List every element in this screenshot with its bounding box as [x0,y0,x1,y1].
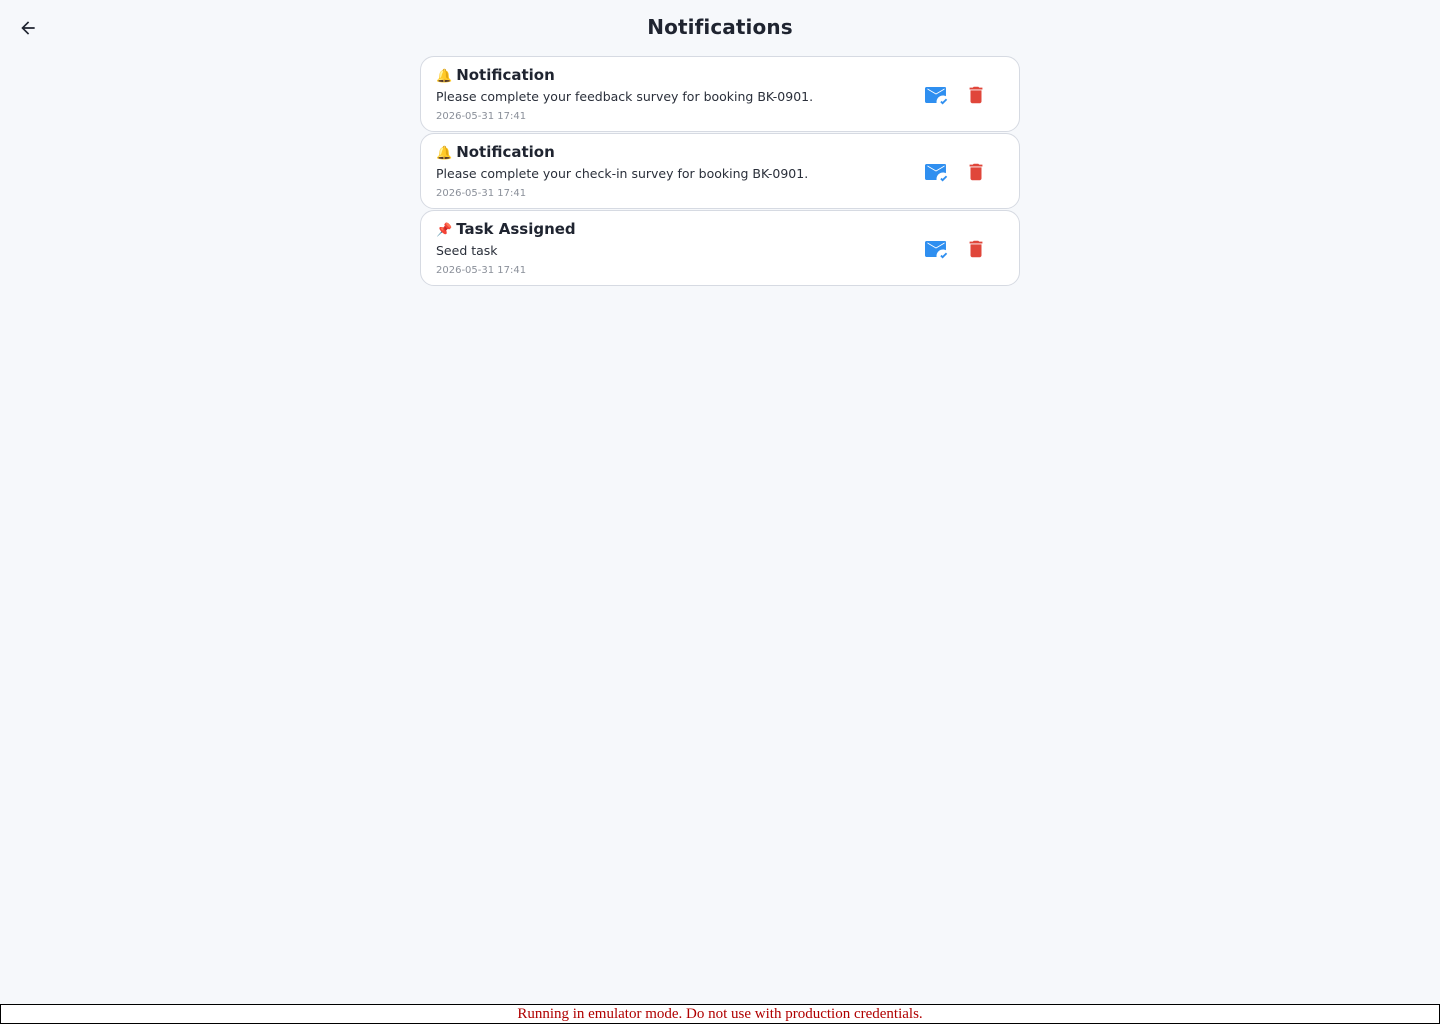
notification-card[interactable]: 🔔 Notification Please complete your feedb… [420,56,1020,132]
notification-card[interactable]: 📌 Task Assigned Seed task 2026-05-31 17:4… [420,210,1020,286]
notification-message: Seed task [436,243,498,258]
trash-icon [969,240,983,258]
mark-read-button[interactable] [924,83,948,107]
delete-button[interactable] [964,83,988,107]
trash-icon [969,163,983,181]
mark-read-button[interactable] [924,237,948,261]
trash-icon [969,86,983,104]
mark-read-button[interactable] [924,160,948,184]
notification-title-row: 🔔 Notification [436,66,555,84]
page-title: Notifications [647,15,793,39]
notification-timestamp: 2026-05-31 17:41 [436,265,527,276]
notification-title-row: 📌 Task Assigned [436,220,576,238]
emulator-warning-banner: Running in emulator mode. Do not use wit… [0,1004,1440,1024]
notification-message: Please complete your check-in survey for… [436,166,809,181]
delete-button[interactable] [964,160,988,184]
delete-button[interactable] [964,237,988,261]
pushpin-icon: 📌 [436,223,453,238]
notification-title: Notification [456,143,555,161]
mark-email-read-icon [925,164,948,182]
bell-icon: 🔔 [436,146,453,161]
notification-timestamp: 2026-05-31 17:41 [436,188,527,199]
notification-card[interactable]: 🔔 Notification Please complete your check… [420,133,1020,209]
mark-email-read-icon [925,87,948,105]
notification-message: Please complete your feedback survey for… [436,89,814,104]
top-bar: Notifications [0,0,1440,56]
bell-icon: 🔔 [436,69,453,84]
notifications-screen: Notifications 🔔 Notification Please compl… [0,0,1440,1024]
notification-title: Notification [456,66,555,84]
notification-timestamp: 2026-05-31 17:41 [436,111,527,122]
notification-title-row: 🔔 Notification [436,143,555,161]
notification-title: Task Assigned [456,220,576,238]
notification-list: 🔔 Notification Please complete your feedb… [420,56,1020,287]
mark-email-read-icon [925,241,948,259]
